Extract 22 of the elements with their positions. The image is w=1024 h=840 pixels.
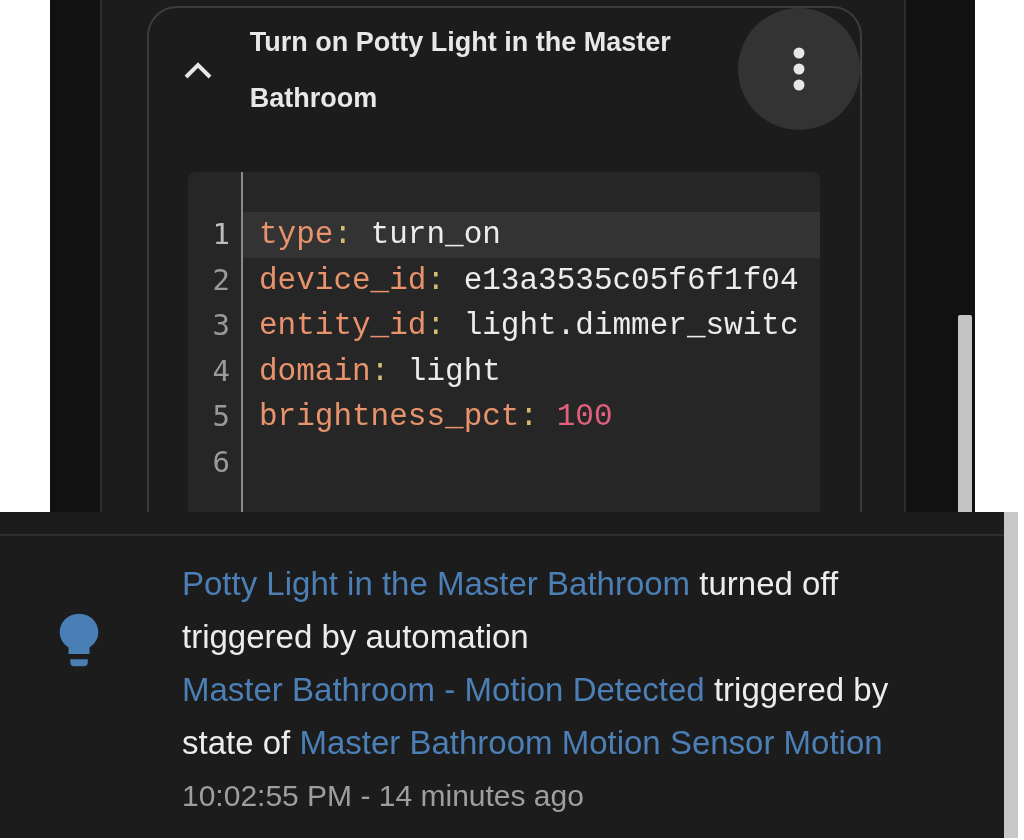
entity-link[interactable]: Potty Light in the Master Bathroom bbox=[182, 565, 691, 602]
lightbulb-icon bbox=[58, 611, 100, 668]
code-line: device_id: e13a3535c05f6f1f04 bbox=[258, 261, 800, 300]
scrollbar[interactable] bbox=[1004, 512, 1018, 838]
more-icon bbox=[793, 47, 806, 91]
logbook-message: Potty Light in the Master Bathroom turned off triggered by automation Master Bathroom - Motion Detected triggered by state of Master Bathroom Motion Sensor Motion bbox=[182, 564, 890, 763]
line-number: 2 bbox=[211, 261, 231, 299]
timestamp: 10:02:55 PM - 14 minutes ago bbox=[182, 778, 585, 814]
code-editor[interactable]: 1 2 3 4 5 6 type: turn_on device_id: e13a3535c05f6f1f04 entity_id: light.dimmer_switc domain: light brightness_pct: 100 bbox=[188, 172, 820, 512]
card-title: Turn on Potty Light in the Master Bathroom bbox=[249, 26, 672, 115]
entity-link[interactable]: Master Bathroom - Motion Detected bbox=[182, 671, 705, 708]
entity-link[interactable]: Master Bathroom Motion Sensor Motion bbox=[299, 724, 883, 761]
scrollbar[interactable] bbox=[958, 315, 972, 512]
code-line: entity_id: light.dimmer_switc bbox=[258, 307, 800, 345]
code-line: domain: light bbox=[258, 352, 502, 391]
code-line: brightness_pct: 100 bbox=[258, 398, 614, 436]
chevron-up-icon[interactable] bbox=[183, 60, 214, 80]
line-number: 1 bbox=[211, 216, 231, 253]
line-number: 4 bbox=[211, 352, 231, 390]
line-number: 5 bbox=[211, 398, 231, 435]
line-number: 6 bbox=[211, 443, 231, 481]
line-number: 3 bbox=[211, 307, 231, 344]
